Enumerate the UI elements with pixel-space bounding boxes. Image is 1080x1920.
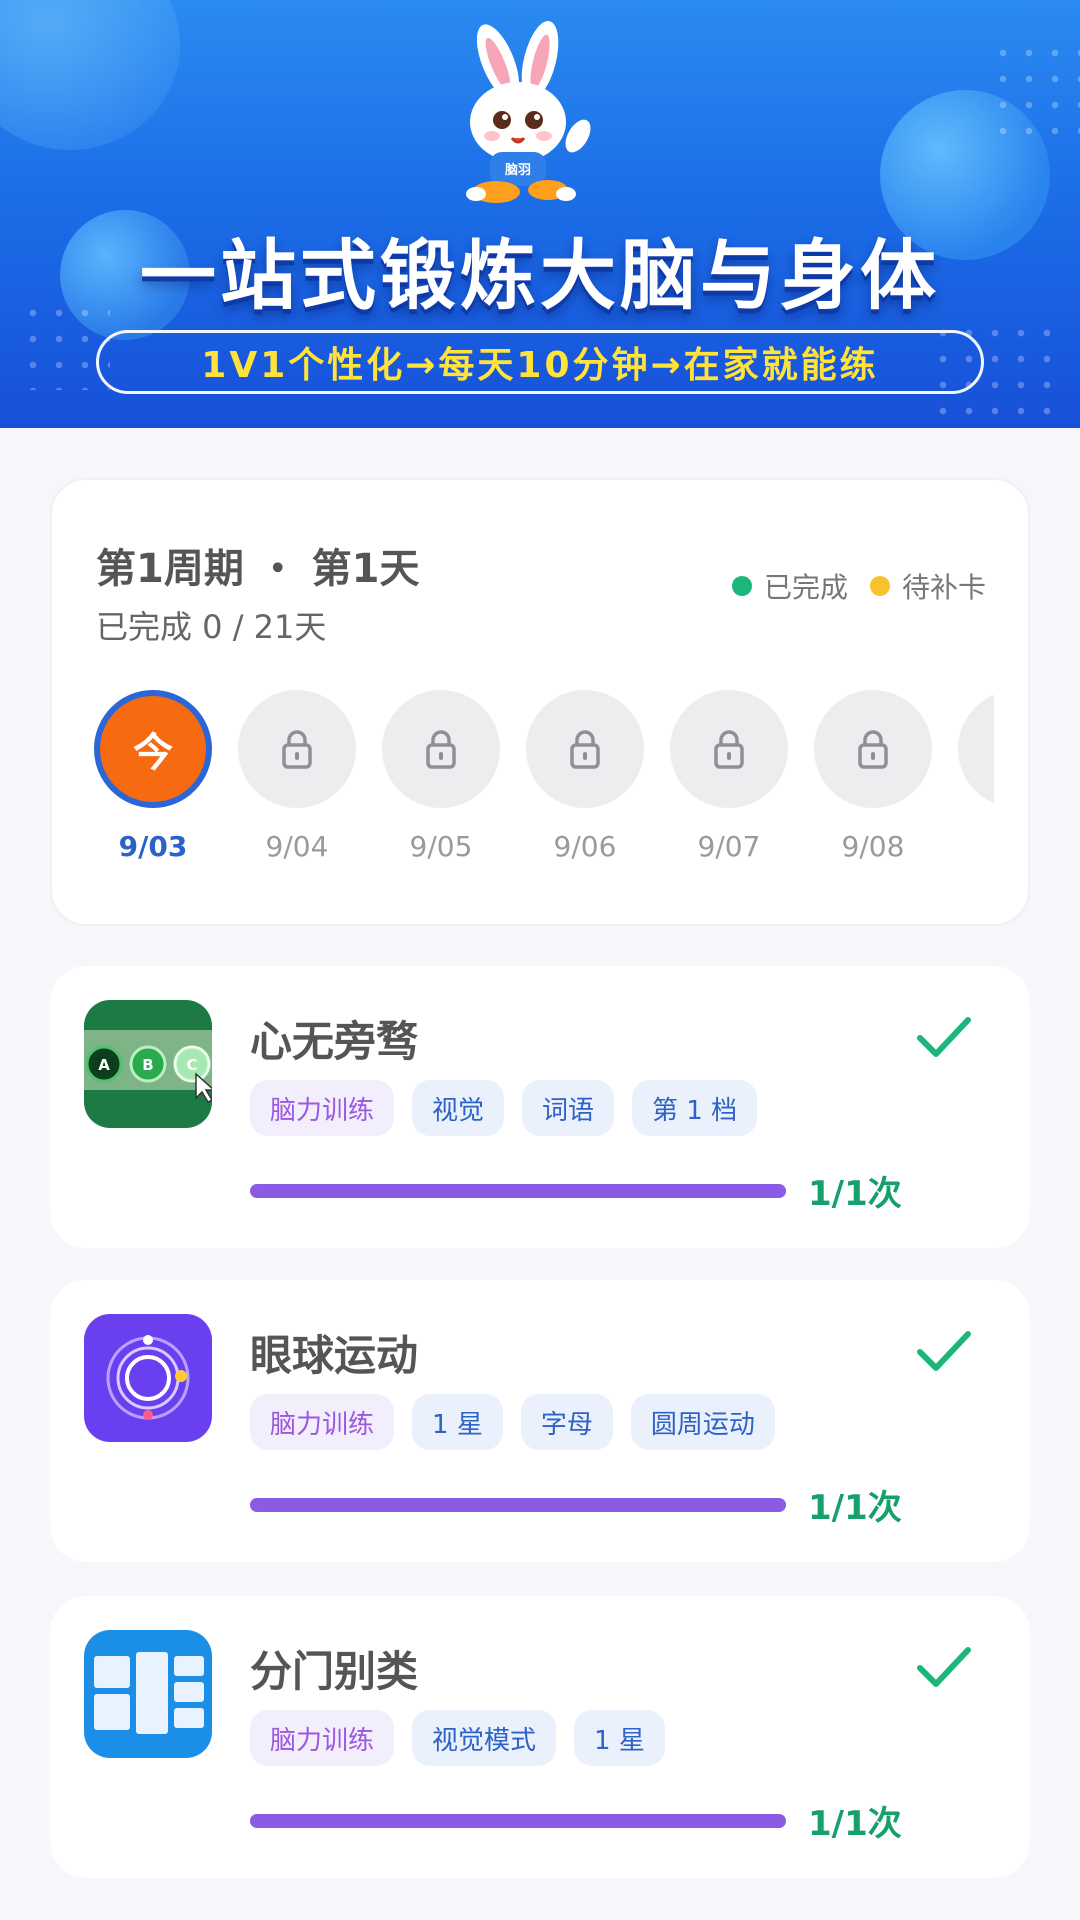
- lock-icon: [858, 730, 888, 769]
- day-item-locked[interactable]: 9/07: [670, 690, 788, 863]
- cycle-day-title: 第1周期 ・ 第1天: [96, 546, 420, 592]
- pending-dot-icon: [869, 576, 890, 596]
- svg-text:B: B: [142, 1056, 153, 1074]
- check-icon: [917, 1331, 971, 1371]
- day-item-locked[interactable]: 9/05: [382, 690, 500, 863]
- lock-icon: [426, 730, 456, 769]
- task-card[interactable]: 分门别类 脑力训练 视觉模式 1 星 1/1次: [50, 1596, 1030, 1878]
- day-date: 9/05: [409, 830, 473, 863]
- day-circle: [382, 690, 500, 808]
- tag-chip: 1 星: [574, 1710, 665, 1766]
- status-legend: 已完成 待补卡: [710, 566, 986, 606]
- task-progress-bar: [250, 1184, 786, 1198]
- lock-icon: [570, 730, 600, 769]
- tag-chip: 脑力训练: [250, 1710, 395, 1766]
- task-card[interactable]: A B C 心无旁骛 脑力训练 视觉 词语 第 1 档 1/1次: [50, 966, 1030, 1248]
- legend-label: 待补卡: [901, 571, 986, 604]
- day-date: 9/08: [841, 830, 905, 863]
- svg-text:C: C: [186, 1056, 197, 1074]
- check-icon: [917, 1017, 971, 1057]
- legend-completed: 已完成: [731, 566, 848, 606]
- svg-text:脑羽: 脑羽: [505, 162, 531, 178]
- day-circle: [526, 690, 644, 808]
- tag-chip: 脑力训练: [250, 1080, 395, 1136]
- today-label: 今: [133, 730, 173, 776]
- day-date: 9/07: [697, 830, 761, 863]
- week-progress-card: 第1周期 ・ 第1天 已完成 0 / 21天 已完成 待补卡 今 9/03 9/…: [50, 478, 1030, 926]
- decor-bubble: [0, 0, 180, 150]
- tag-chip: 圆周运动: [630, 1394, 775, 1450]
- svg-text:A: A: [98, 1056, 110, 1074]
- completion-summary: 已完成 0 / 21天: [96, 608, 327, 646]
- task-title: 眼球运动: [250, 1331, 419, 1380]
- task-progress-bar: [250, 1498, 786, 1512]
- task-count: 1/1次: [808, 1804, 902, 1844]
- tag-chip: 字母: [520, 1394, 613, 1450]
- tag-chip: 脑力训练: [250, 1394, 395, 1450]
- task-card[interactable]: 眼球运动 脑力训练 1 星 字母 圆周运动 1/1次: [50, 1280, 1030, 1562]
- rabbit-mascot-icon: 脑羽: [466, 20, 591, 203]
- task-title: 分门别类: [250, 1647, 419, 1696]
- tag-chip: 视觉: [412, 1080, 505, 1136]
- day-item-today[interactable]: 今 9/03: [94, 690, 212, 863]
- legend-pending: 待补卡: [869, 566, 986, 606]
- day-item-partial[interactable]: [958, 690, 994, 808]
- day-circle: 今: [94, 690, 212, 808]
- day-selector: 今 9/03 9/04 9/05 9/06 9/07 9/08: [94, 690, 994, 870]
- task-tags: 脑力训练 视觉模式 1 星: [250, 1710, 683, 1766]
- day-circle: [814, 690, 932, 808]
- decor-dots: [990, 40, 1080, 140]
- abc-circles-icon: A B C: [84, 1000, 212, 1128]
- day-circle: [958, 690, 994, 808]
- lock-icon: [714, 730, 744, 769]
- tag-chip: 词语: [522, 1080, 615, 1136]
- lock-icon: [282, 730, 312, 769]
- tag-chip: 视觉模式: [412, 1710, 557, 1766]
- day-date: 9/06: [553, 830, 617, 863]
- task-title: 心无旁骛: [250, 1017, 419, 1066]
- day-date: 9/03: [118, 830, 188, 863]
- tag-chip: 1 星: [412, 1394, 503, 1450]
- day-item-locked[interactable]: 9/04: [238, 690, 356, 863]
- orbit-icon: [84, 1314, 212, 1442]
- task-tags: 脑力训练 1 星 字母 圆周运动: [250, 1394, 793, 1450]
- check-icon: [917, 1647, 971, 1687]
- banner-subtitle: 1V1个性化→每天10分钟→在家就能练: [96, 330, 984, 394]
- day-item-locked[interactable]: 9/06: [526, 690, 644, 863]
- task-progress-bar: [250, 1814, 786, 1828]
- task-count: 1/1次: [808, 1488, 902, 1528]
- legend-label: 已完成: [763, 571, 848, 604]
- hero-banner: 脑羽 一站式锻炼大脑与身体 1V1个性化→每天10分钟→在家就能练: [0, 0, 1080, 428]
- day-item-locked[interactable]: 9/08: [814, 690, 932, 863]
- day-circle: [238, 690, 356, 808]
- day-date: 9/04: [265, 830, 329, 863]
- completed-dot-icon: [731, 576, 752, 596]
- day-circle: [670, 690, 788, 808]
- banner-title: 一站式锻炼大脑与身体: [140, 231, 940, 320]
- tag-chip: 第 1 档: [632, 1080, 758, 1136]
- task-count: 1/1次: [808, 1174, 902, 1214]
- grid-blocks-icon: [84, 1630, 212, 1758]
- task-tags: 脑力训练 视觉 词语 第 1 档: [250, 1080, 775, 1136]
